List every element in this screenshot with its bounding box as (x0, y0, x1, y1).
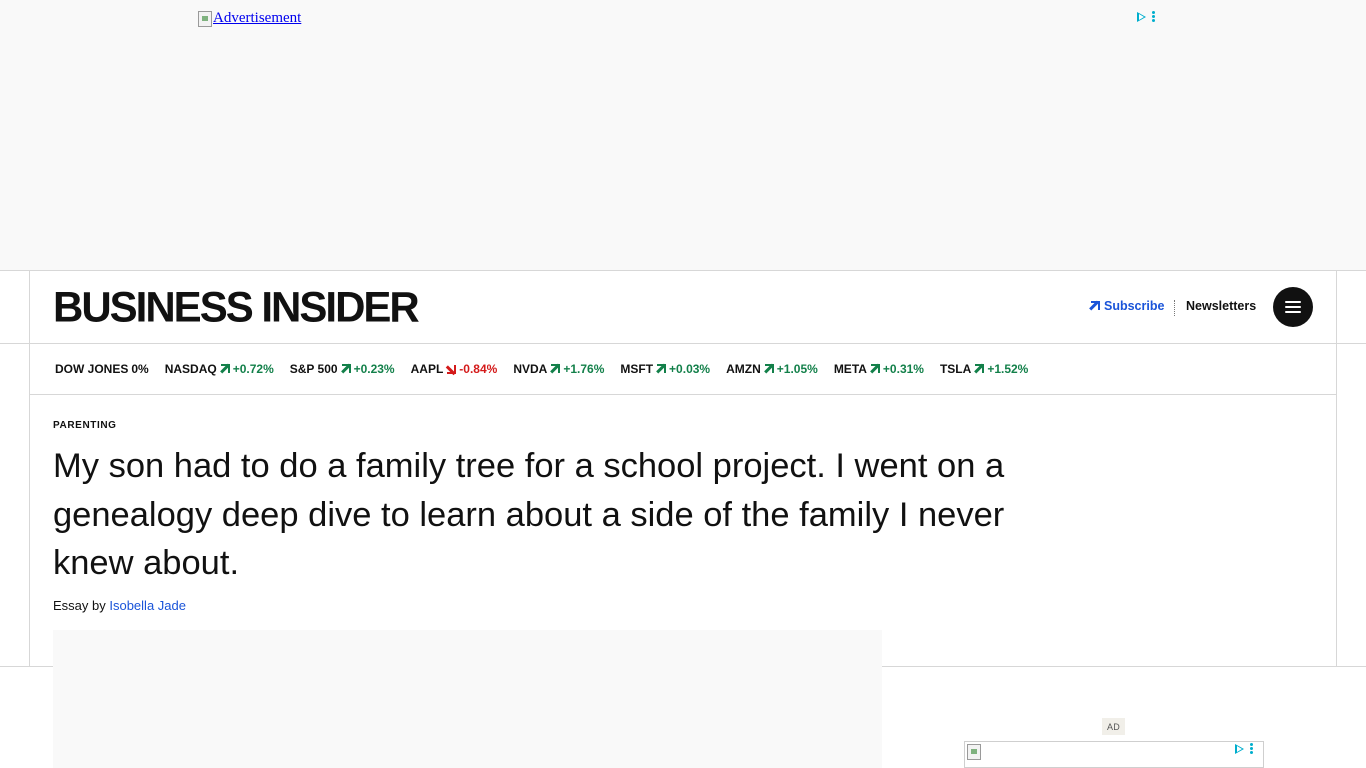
ticker-item[interactable]: NVDA +1.76% (513, 362, 604, 376)
ticker-change: +1.52% (987, 362, 1029, 376)
divider (0, 270, 1366, 271)
hamburger-menu-button[interactable] (1273, 287, 1313, 327)
ticker-symbol: DOW JONES (55, 362, 129, 376)
ticker-symbol: NASDAQ (164, 362, 217, 376)
ticker-symbol: NVDA (513, 362, 548, 376)
ticker-item[interactable]: AMZN +1.05% (726, 362, 818, 376)
ticker-symbol: TSLA (939, 362, 972, 376)
arrow-up-right-icon (656, 364, 667, 374)
ticker-item[interactable]: DOW JONES 0% (55, 362, 149, 376)
advertisement-alt-text: Advertisement (213, 10, 302, 26)
vertical-dots-icon[interactable] (1152, 11, 1155, 22)
ticker-symbol: AAPL (410, 362, 444, 376)
byline-prefix: Essay by (53, 598, 110, 613)
header-separator (1174, 300, 1175, 316)
ticker-change: +0.23% (353, 362, 395, 376)
adchoices-control[interactable] (1235, 743, 1253, 754)
vertical-dots-icon[interactable] (1250, 743, 1253, 754)
category-link[interactable]: PARENTING (53, 420, 117, 431)
subscribe-link[interactable]: Subscribe (1089, 299, 1164, 313)
arrow-up-right-icon (550, 364, 561, 374)
author-link[interactable]: Isobella Jade (109, 598, 186, 613)
ticker-item[interactable]: S&P 500 +0.23% (290, 362, 395, 376)
broken-image-icon (198, 10, 212, 27)
ticker-symbol: META (833, 362, 867, 376)
divider (0, 343, 1366, 344)
market-ticker: DOW JONES 0% NASDAQ +0.72% S&P 500 +0.23… (55, 362, 1044, 376)
adchoices-play-icon[interactable] (1235, 743, 1244, 754)
arrow-up-right-icon (341, 364, 351, 374)
divider (29, 394, 1337, 395)
ticker-item[interactable]: META +0.31% (834, 362, 924, 376)
article-headline: My son had to do a family tree for a sch… (53, 447, 1005, 582)
ticker-item[interactable]: NASDAQ +0.72% (165, 362, 274, 376)
ticker-change: +0.31% (882, 362, 924, 376)
arrow-up-right-icon (974, 364, 985, 374)
arrow-up-right-icon (220, 364, 230, 374)
ticker-item[interactable]: TSLA +1.52% (940, 362, 1028, 376)
ticker-symbol: AMZN (726, 362, 761, 376)
ticker-item[interactable]: AAPL -0.84% (411, 362, 498, 376)
arrow-up-right-icon (764, 364, 774, 374)
hamburger-menu-icon (1285, 301, 1301, 303)
broken-image-icon (967, 744, 981, 760)
hero-image-placeholder (53, 630, 882, 768)
ticker-change: 0% (131, 362, 149, 376)
ticker-change: +1.05% (776, 362, 818, 376)
ticker-change: +0.72% (232, 362, 274, 376)
arrow-up-right-icon (870, 364, 880, 374)
arrow-up-right-icon (1089, 300, 1100, 312)
arrow-down-right-icon (446, 364, 457, 374)
ticker-symbol: MSFT (620, 362, 654, 376)
adchoices-play-icon[interactable] (1137, 11, 1146, 22)
ticker-change: +1.76% (563, 362, 605, 376)
side-advertisement[interactable] (964, 741, 1264, 768)
ticker-change: +0.03% (669, 362, 711, 376)
site-logo[interactable]: BUSINESS INSIDER (53, 283, 420, 331)
advertisement-link[interactable]: Advertisement (198, 10, 301, 27)
subscribe-label: Subscribe (1104, 299, 1165, 313)
adchoices-control[interactable] (1137, 11, 1155, 22)
ticker-change: -0.84% (459, 362, 498, 376)
top-advertisement[interactable]: Advertisement (0, 0, 1366, 270)
byline: Essay by Isobella Jade (53, 598, 186, 613)
ad-label: AD (1102, 718, 1125, 735)
newsletters-link[interactable]: Newsletters (1186, 299, 1256, 313)
ticker-symbol: S&P 500 (289, 362, 338, 376)
ticker-item[interactable]: MSFT +0.03% (620, 362, 710, 376)
